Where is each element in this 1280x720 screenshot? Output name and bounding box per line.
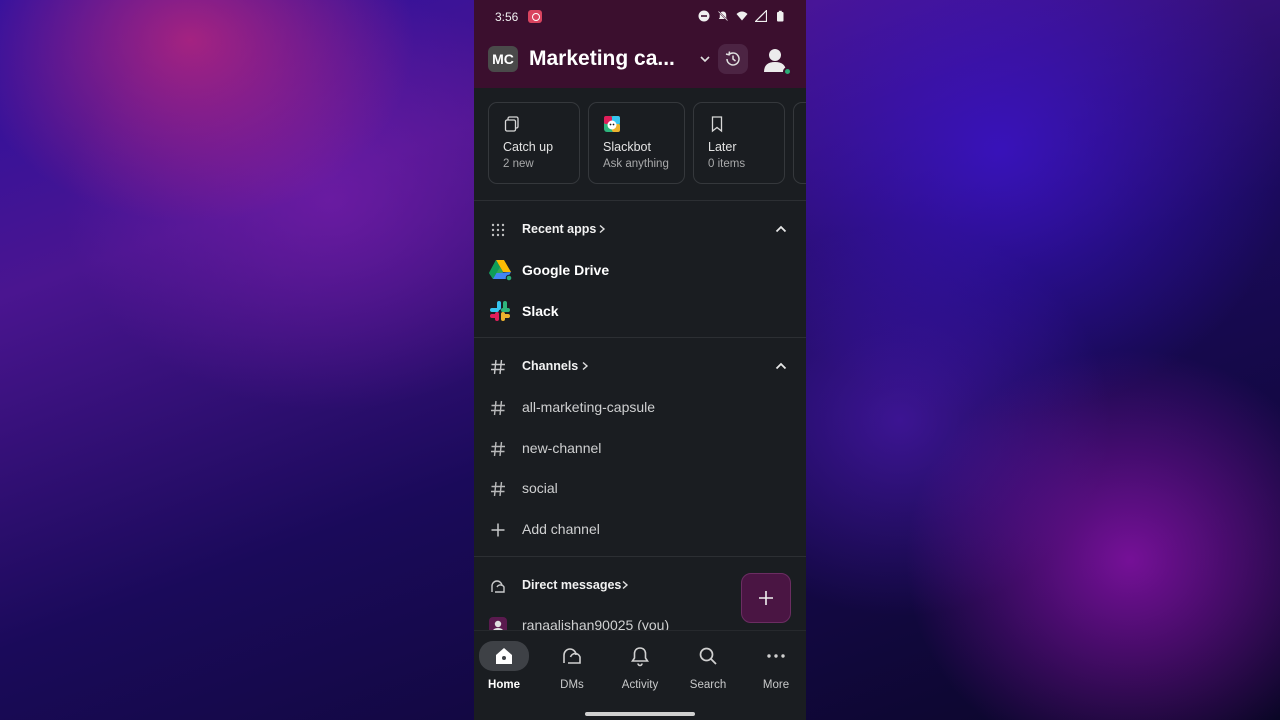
home-icon [496,648,512,664]
tab-activity[interactable]: Activity [610,641,670,697]
signal-icon [755,10,767,22]
tab-more[interactable]: More [746,641,806,697]
dms-icon [563,648,581,664]
tab-label: DMs [560,679,584,691]
chevron-down-icon[interactable] [698,52,712,66]
divider [474,556,806,557]
recent-app-slack[interactable]: Slack [474,290,806,330]
add-channel-label: Add channel [522,521,600,537]
bell-icon [631,647,649,667]
chevron-right-icon [622,580,629,590]
phone-screen: 3:56 MC Marketing ca... Catch up 2 new S… [474,0,806,720]
card-subtitle: 0 items [708,158,746,170]
card-title: Catch up [503,140,554,154]
card-title: Later [708,140,737,154]
profile-button[interactable] [760,44,792,76]
chevron-right-icon [599,224,606,234]
card-subtitle: 2 new [503,158,534,170]
slack-icon [490,301,510,321]
status-bar: 3:56 [474,0,806,34]
avatar [489,617,507,630]
history-icon [725,51,740,66]
section-label: Direct messages [522,578,622,592]
apps-grid-icon [491,223,505,237]
card-later[interactable]: Later 0 items [693,102,785,184]
chevron-right-icon [582,361,589,371]
tab-label: More [762,679,790,691]
channel-item[interactable]: social [474,468,806,508]
channel-label: all-marketing-capsule [522,399,656,415]
tab-label: Search [689,679,727,691]
status-time: 3:56 [495,10,519,24]
channel-label: social [522,480,558,496]
tab-search[interactable]: Search [678,641,738,697]
divider [474,200,806,201]
history-button[interactable] [718,44,748,74]
channel-item[interactable]: all-marketing-capsule [474,387,806,427]
app-label: Slack [522,303,559,319]
tab-label: Home [488,679,520,691]
plus-icon [491,523,505,537]
bell-off-icon [717,10,729,22]
bookmark-icon [711,116,723,133]
more-icon [767,654,785,658]
divider [474,337,806,338]
workspace-avatar[interactable]: MC [488,46,518,72]
section-label: Channels [522,359,579,373]
card-more-partial[interactable] [793,102,806,184]
google-drive-icon [489,260,512,281]
hash-icon [491,441,505,457]
recent-app-google-drive[interactable]: Google Drive [474,249,806,289]
status-icons [698,10,786,22]
tab-home[interactable]: Home [474,641,534,697]
hash-icon [491,400,505,416]
hash-icon [491,359,505,375]
app-label: Google Drive [522,262,610,278]
chevron-up-icon[interactable] [774,223,788,235]
copy-icon [504,116,519,132]
tab-label: Activity [621,679,659,691]
dm-label: ranaalishan90025 (you) [522,617,670,630]
channel-label: new-channel [522,440,602,456]
plus-icon [759,591,773,605]
card-catch-up[interactable]: Catch up 2 new [488,102,580,184]
hash-icon [491,481,505,497]
section-label: Recent apps [522,222,597,236]
direct-messages-icon [491,580,505,593]
screen-record-icon [528,10,542,23]
battery-icon [777,10,784,22]
search-icon [699,647,717,665]
bottom-tab-bar: Home DMs Activity Search More [474,630,806,720]
card-subtitle: Ask anything [603,158,669,170]
card-slackbot[interactable]: Slackbot Ask anything [588,102,685,184]
add-channel-button[interactable]: Add channel [474,509,806,549]
presence-indicator [783,67,792,76]
do-not-disturb-icon [698,10,710,22]
compose-button[interactable] [741,573,791,623]
workspace-name[interactable]: Marketing ca... [529,47,675,71]
tab-dms[interactable]: DMs [542,641,602,697]
wifi-icon [736,11,748,21]
card-title: Slackbot [603,140,651,154]
section-channels[interactable]: Channels [474,346,806,386]
home-content: Catch up 2 new Slackbot Ask anything Lat… [474,88,806,630]
slackbot-icon [604,116,620,132]
chevron-up-icon[interactable] [774,360,788,372]
channel-item[interactable]: new-channel [474,428,806,468]
gesture-home-indicator[interactable] [585,712,695,716]
workspace-header: MC Marketing ca... [474,38,806,82]
workspace-header-area: 3:56 MC Marketing ca... [474,0,806,88]
quick-access-cards: Catch up 2 new Slackbot Ask anything Lat… [488,102,806,184]
section-recent-apps[interactable]: Recent apps [474,209,806,249]
